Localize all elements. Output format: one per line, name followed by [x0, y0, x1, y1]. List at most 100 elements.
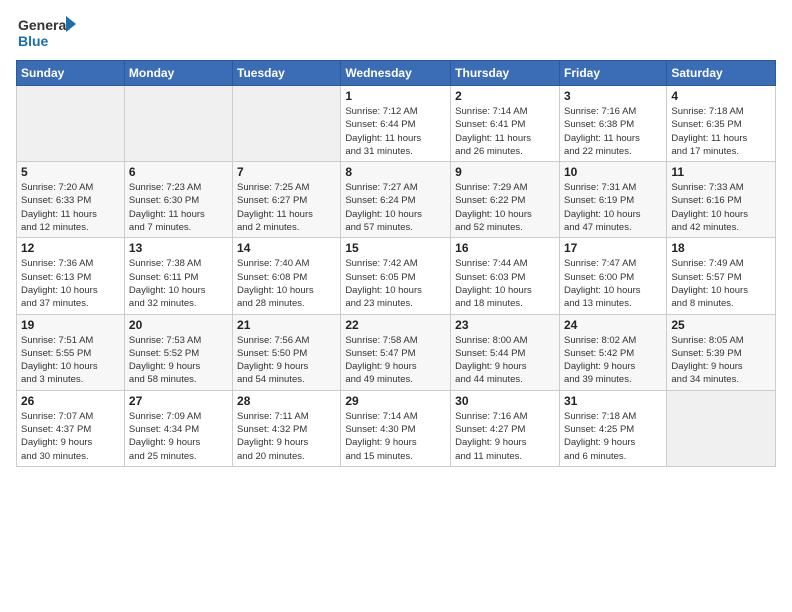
day-number: 5: [21, 165, 120, 179]
day-number: 21: [237, 318, 336, 332]
day-number: 3: [564, 89, 662, 103]
calendar-cell: [17, 86, 125, 162]
day-number: 22: [345, 318, 446, 332]
day-number: 4: [671, 89, 771, 103]
day-number: 1: [345, 89, 446, 103]
day-number: 16: [455, 241, 555, 255]
calendar-header-row: SundayMondayTuesdayWednesdayThursdayFrid…: [17, 61, 776, 86]
day-number: 8: [345, 165, 446, 179]
day-header-tuesday: Tuesday: [233, 61, 341, 86]
calendar-cell: 25Sunrise: 8:05 AM Sunset: 5:39 PM Dayli…: [667, 314, 776, 390]
day-info: Sunrise: 7:31 AM Sunset: 6:19 PM Dayligh…: [564, 181, 662, 234]
calendar-cell: 8 Sunrise: 7:27 AM Sunset: 6:24 PM Daylig…: [341, 162, 451, 238]
day-number: 7: [237, 165, 336, 179]
calendar-cell: 22Sunrise: 7:58 AM Sunset: 5:47 PM Dayli…: [341, 314, 451, 390]
day-info: Sunrise: 7:14 AM Sunset: 4:30 PM Dayligh…: [345, 410, 446, 463]
calendar-week-3: 12 Sunrise: 7:36 AM Sunset: 6:13 PM Dayli…: [17, 238, 776, 314]
day-number: 24: [564, 318, 662, 332]
day-header-friday: Friday: [559, 61, 666, 86]
calendar-week-4: 19 Sunrise: 7:51 AM Sunset: 5:55 PM Dayli…: [17, 314, 776, 390]
page: GeneralBlue SundayMondayTuesdayWednesday…: [0, 0, 792, 612]
day-info: Sunrise: 7:14 AM Sunset: 6:41 PM Dayligh…: [455, 105, 555, 158]
day-info: Sunrise: 7:12 AM Sunset: 6:44 PM Dayligh…: [345, 105, 446, 158]
day-header-saturday: Saturday: [667, 61, 776, 86]
calendar-cell: 15Sunrise: 7:42 AM Sunset: 6:05 PM Dayli…: [341, 238, 451, 314]
calendar-cell: 18Sunrise: 7:49 AM Sunset: 5:57 PM Dayli…: [667, 238, 776, 314]
day-number: 13: [129, 241, 228, 255]
calendar-cell: [124, 86, 232, 162]
day-info: Sunrise: 7:18 AM Sunset: 6:35 PM Dayligh…: [671, 105, 771, 158]
day-number: 14: [237, 241, 336, 255]
calendar-cell: 31 Sunrise: 7:18 AM Sunset: 4:25 PM Dayli…: [559, 390, 666, 466]
day-number: 12: [21, 241, 120, 255]
day-number: 19: [21, 318, 120, 332]
day-number: 31: [564, 394, 662, 408]
day-number: 6: [129, 165, 228, 179]
calendar-cell: 1 Sunrise: 7:12 AM Sunset: 6:44 PM Daylig…: [341, 86, 451, 162]
calendar-cell: 24 Sunrise: 8:02 AM Sunset: 5:42 PM Dayli…: [559, 314, 666, 390]
calendar-cell: 11Sunrise: 7:33 AM Sunset: 6:16 PM Dayli…: [667, 162, 776, 238]
day-number: 29: [345, 394, 446, 408]
calendar-cell: [233, 86, 341, 162]
day-number: 15: [345, 241, 446, 255]
day-number: 9: [455, 165, 555, 179]
day-info: Sunrise: 7:16 AM Sunset: 4:27 PM Dayligh…: [455, 410, 555, 463]
calendar-cell: 28 Sunrise: 7:11 AM Sunset: 4:32 PM Dayli…: [233, 390, 341, 466]
calendar-cell: 3 Sunrise: 7:16 AM Sunset: 6:38 PM Daylig…: [559, 86, 666, 162]
day-info: Sunrise: 7:36 AM Sunset: 6:13 PM Dayligh…: [21, 257, 120, 310]
calendar: SundayMondayTuesdayWednesdayThursdayFrid…: [16, 60, 776, 467]
calendar-cell: 20Sunrise: 7:53 AM Sunset: 5:52 PM Dayli…: [124, 314, 232, 390]
calendar-week-2: 5Sunrise: 7:20 AM Sunset: 6:33 PM Daylig…: [17, 162, 776, 238]
calendar-cell: 30 Sunrise: 7:16 AM Sunset: 4:27 PM Dayli…: [451, 390, 560, 466]
svg-text:Blue: Blue: [18, 33, 49, 49]
day-header-monday: Monday: [124, 61, 232, 86]
calendar-cell: 27 Sunrise: 7:09 AM Sunset: 4:34 PM Dayli…: [124, 390, 232, 466]
day-info: Sunrise: 7:18 AM Sunset: 4:25 PM Dayligh…: [564, 410, 662, 463]
calendar-cell: 4 Sunrise: 7:18 AM Sunset: 6:35 PM Daylig…: [667, 86, 776, 162]
calendar-cell: 2 Sunrise: 7:14 AM Sunset: 6:41 PM Daylig…: [451, 86, 560, 162]
day-info: Sunrise: 7:44 AM Sunset: 6:03 PM Dayligh…: [455, 257, 555, 310]
calendar-cell: 9 Sunrise: 7:29 AM Sunset: 6:22 PM Daylig…: [451, 162, 560, 238]
calendar-cell: 12 Sunrise: 7:36 AM Sunset: 6:13 PM Dayli…: [17, 238, 125, 314]
day-info: Sunrise: 7:25 AM Sunset: 6:27 PM Dayligh…: [237, 181, 336, 234]
day-number: 23: [455, 318, 555, 332]
day-info: Sunrise: 7:09 AM Sunset: 4:34 PM Dayligh…: [129, 410, 228, 463]
day-number: 2: [455, 89, 555, 103]
day-number: 27: [129, 394, 228, 408]
day-info: Sunrise: 7:51 AM Sunset: 5:55 PM Dayligh…: [21, 334, 120, 387]
day-info: Sunrise: 7:47 AM Sunset: 6:00 PM Dayligh…: [564, 257, 662, 310]
calendar-cell: 29 Sunrise: 7:14 AM Sunset: 4:30 PM Dayli…: [341, 390, 451, 466]
calendar-cell: 13 Sunrise: 7:38 AM Sunset: 6:11 PM Dayli…: [124, 238, 232, 314]
calendar-week-1: 1 Sunrise: 7:12 AM Sunset: 6:44 PM Daylig…: [17, 86, 776, 162]
calendar-cell: 16 Sunrise: 7:44 AM Sunset: 6:03 PM Dayli…: [451, 238, 560, 314]
header: GeneralBlue: [16, 12, 776, 52]
calendar-cell: 19 Sunrise: 7:51 AM Sunset: 5:55 PM Dayli…: [17, 314, 125, 390]
day-number: 17: [564, 241, 662, 255]
day-number: 10: [564, 165, 662, 179]
day-info: Sunrise: 7:27 AM Sunset: 6:24 PM Dayligh…: [345, 181, 446, 234]
day-number: 20: [129, 318, 228, 332]
calendar-cell: 7 Sunrise: 7:25 AM Sunset: 6:27 PM Daylig…: [233, 162, 341, 238]
calendar-cell: 23Sunrise: 8:00 AM Sunset: 5:44 PM Dayli…: [451, 314, 560, 390]
day-number: 30: [455, 394, 555, 408]
day-info: Sunrise: 7:11 AM Sunset: 4:32 PM Dayligh…: [237, 410, 336, 463]
logo-svg: GeneralBlue: [16, 12, 76, 52]
day-info: Sunrise: 7:38 AM Sunset: 6:11 PM Dayligh…: [129, 257, 228, 310]
calendar-cell: 6 Sunrise: 7:23 AM Sunset: 6:30 PM Daylig…: [124, 162, 232, 238]
calendar-cell: [667, 390, 776, 466]
day-info: Sunrise: 7:23 AM Sunset: 6:30 PM Dayligh…: [129, 181, 228, 234]
logo: GeneralBlue: [16, 12, 76, 52]
day-number: 28: [237, 394, 336, 408]
day-header-wednesday: Wednesday: [341, 61, 451, 86]
day-info: Sunrise: 8:02 AM Sunset: 5:42 PM Dayligh…: [564, 334, 662, 387]
day-info: Sunrise: 7:56 AM Sunset: 5:50 PM Dayligh…: [237, 334, 336, 387]
day-info: Sunrise: 7:33 AM Sunset: 6:16 PM Dayligh…: [671, 181, 771, 234]
calendar-cell: 14Sunrise: 7:40 AM Sunset: 6:08 PM Dayli…: [233, 238, 341, 314]
day-info: Sunrise: 7:49 AM Sunset: 5:57 PM Dayligh…: [671, 257, 771, 310]
calendar-cell: 17 Sunrise: 7:47 AM Sunset: 6:00 PM Dayli…: [559, 238, 666, 314]
day-header-thursday: Thursday: [451, 61, 560, 86]
calendar-week-5: 26Sunrise: 7:07 AM Sunset: 4:37 PM Dayli…: [17, 390, 776, 466]
day-info: Sunrise: 7:29 AM Sunset: 6:22 PM Dayligh…: [455, 181, 555, 234]
calendar-cell: 10 Sunrise: 7:31 AM Sunset: 6:19 PM Dayli…: [559, 162, 666, 238]
day-info: Sunrise: 7:16 AM Sunset: 6:38 PM Dayligh…: [564, 105, 662, 158]
